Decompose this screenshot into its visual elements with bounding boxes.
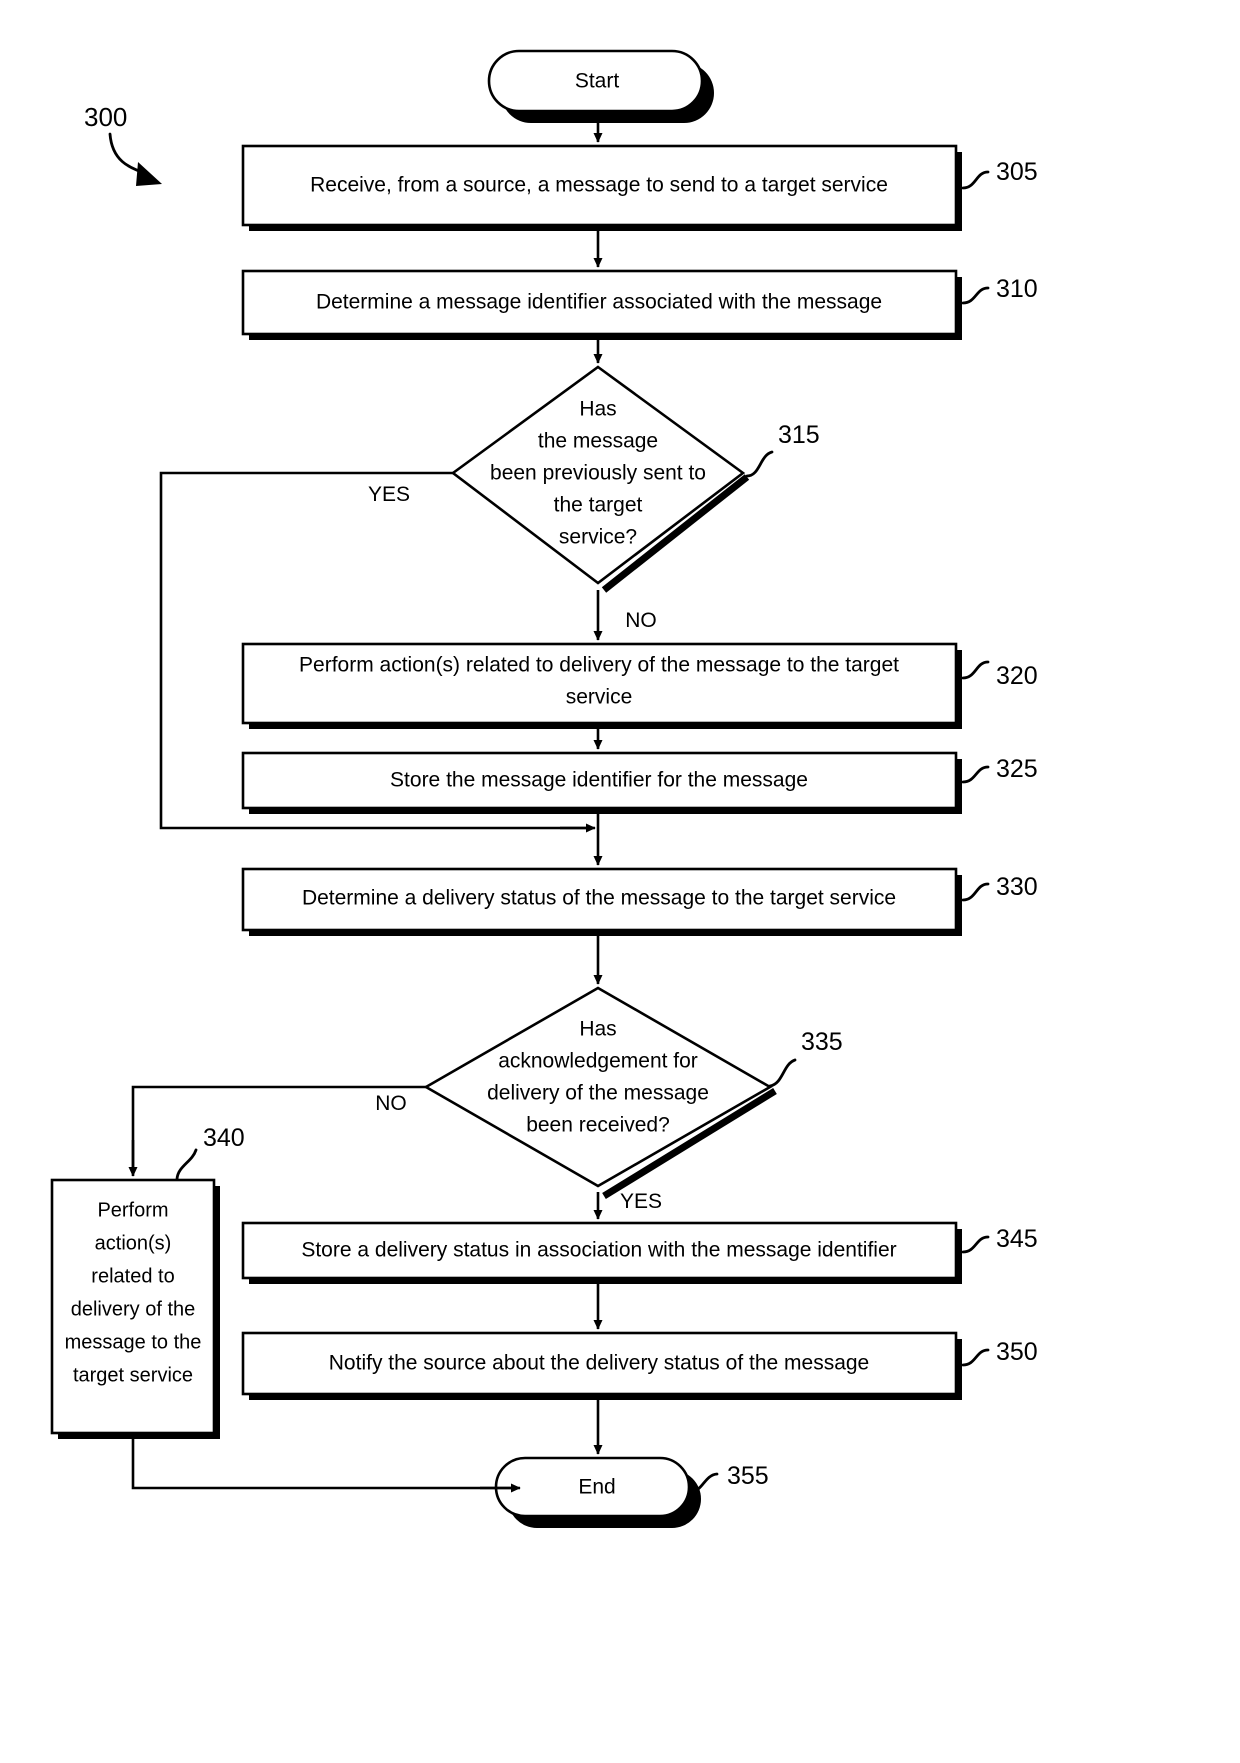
node-335-line-2: delivery of the message	[487, 1082, 709, 1105]
node-340-line-0: Perform	[97, 1199, 168, 1221]
node-320-line-0: Perform action(s) related to delivery of…	[299, 654, 899, 677]
node-335-line-3: been received?	[526, 1114, 670, 1137]
node-start: Start	[487, 49, 714, 123]
ref-label-335: 335	[801, 1028, 843, 1056]
node-320-line-1: service	[566, 686, 633, 709]
node-340-line-4: message to the	[65, 1331, 202, 1353]
node-335-line-0: Has	[579, 1018, 616, 1041]
node-305-line-0: Receive, from a source, a message to sen…	[310, 174, 888, 197]
ref-label-350: 350	[996, 1338, 1038, 1366]
node-350-line-0: Notify the source about the delivery sta…	[329, 1352, 869, 1375]
edge-label-no-315: NO	[625, 609, 657, 632]
node-start-label: Start	[575, 70, 620, 93]
node-315: Has the message been previously sent to …	[450, 365, 750, 593]
node-310-line-0: Determine a message identifier associate…	[316, 291, 882, 314]
node-330: Determine a delivery status of the messa…	[241, 867, 962, 936]
ref-label-330: 330	[996, 873, 1038, 901]
node-315-line-4: service?	[559, 526, 637, 549]
flowchart-diagram: 300 Start Receive, from a source, a mess…	[50, 49, 1038, 1528]
figure-pointer-arrowhead	[136, 162, 162, 186]
edge-label-yes-315: YES	[368, 483, 410, 506]
node-345: Store a delivery status in association w…	[241, 1221, 962, 1284]
figure-number: 300	[84, 102, 127, 132]
ref-label-340: 340	[203, 1124, 245, 1152]
node-320: Perform action(s) related to delivery of…	[241, 642, 962, 729]
edge-label-no-335: NO	[375, 1092, 407, 1115]
node-335: Has acknowledgement for delivery of the …	[423, 986, 777, 1199]
node-340: Perform action(s) related to delivery of…	[50, 1178, 220, 1439]
node-325-line-0: Store the message identifier for the mes…	[390, 769, 808, 792]
node-350: Notify the source about the delivery sta…	[241, 1331, 962, 1400]
node-345-line-0: Store a delivery status in association w…	[301, 1239, 896, 1262]
ref-label-345: 345	[996, 1225, 1038, 1253]
ref-label-320: 320	[996, 662, 1038, 690]
ref-label-355: 355	[727, 1462, 769, 1490]
node-315-line-3: the target	[554, 494, 643, 517]
flowchart-sheet: 300 Start Receive, from a source, a mess…	[0, 0, 1240, 1763]
node-340-line-5: target service	[73, 1364, 193, 1386]
node-305: Receive, from a source, a message to sen…	[241, 144, 962, 231]
node-315-line-2: been previously sent to	[490, 462, 706, 485]
ref-label-325: 325	[996, 755, 1038, 783]
edge-label-yes-335: YES	[620, 1190, 662, 1213]
node-340-line-2: related to	[91, 1265, 174, 1287]
ref-label-310: 310	[996, 275, 1038, 303]
ref-label-305: 305	[996, 158, 1038, 186]
node-315-line-1: the message	[538, 430, 658, 453]
node-end: End	[494, 1456, 701, 1528]
ref-label-315: 315	[778, 421, 820, 449]
edge-340-to-end	[131, 1439, 515, 1490]
node-330-line-0: Determine a delivery status of the messa…	[302, 887, 896, 910]
node-335-line-1: acknowledgement for	[498, 1050, 698, 1073]
node-310: Determine a message identifier associate…	[241, 269, 962, 340]
node-340-line-1: action(s)	[95, 1232, 172, 1254]
node-340-line-3: delivery of the	[71, 1298, 196, 1320]
node-315-line-0: Has	[579, 398, 616, 421]
node-end-label: End	[578, 1476, 615, 1499]
node-325: Store the message identifier for the mes…	[241, 751, 962, 814]
